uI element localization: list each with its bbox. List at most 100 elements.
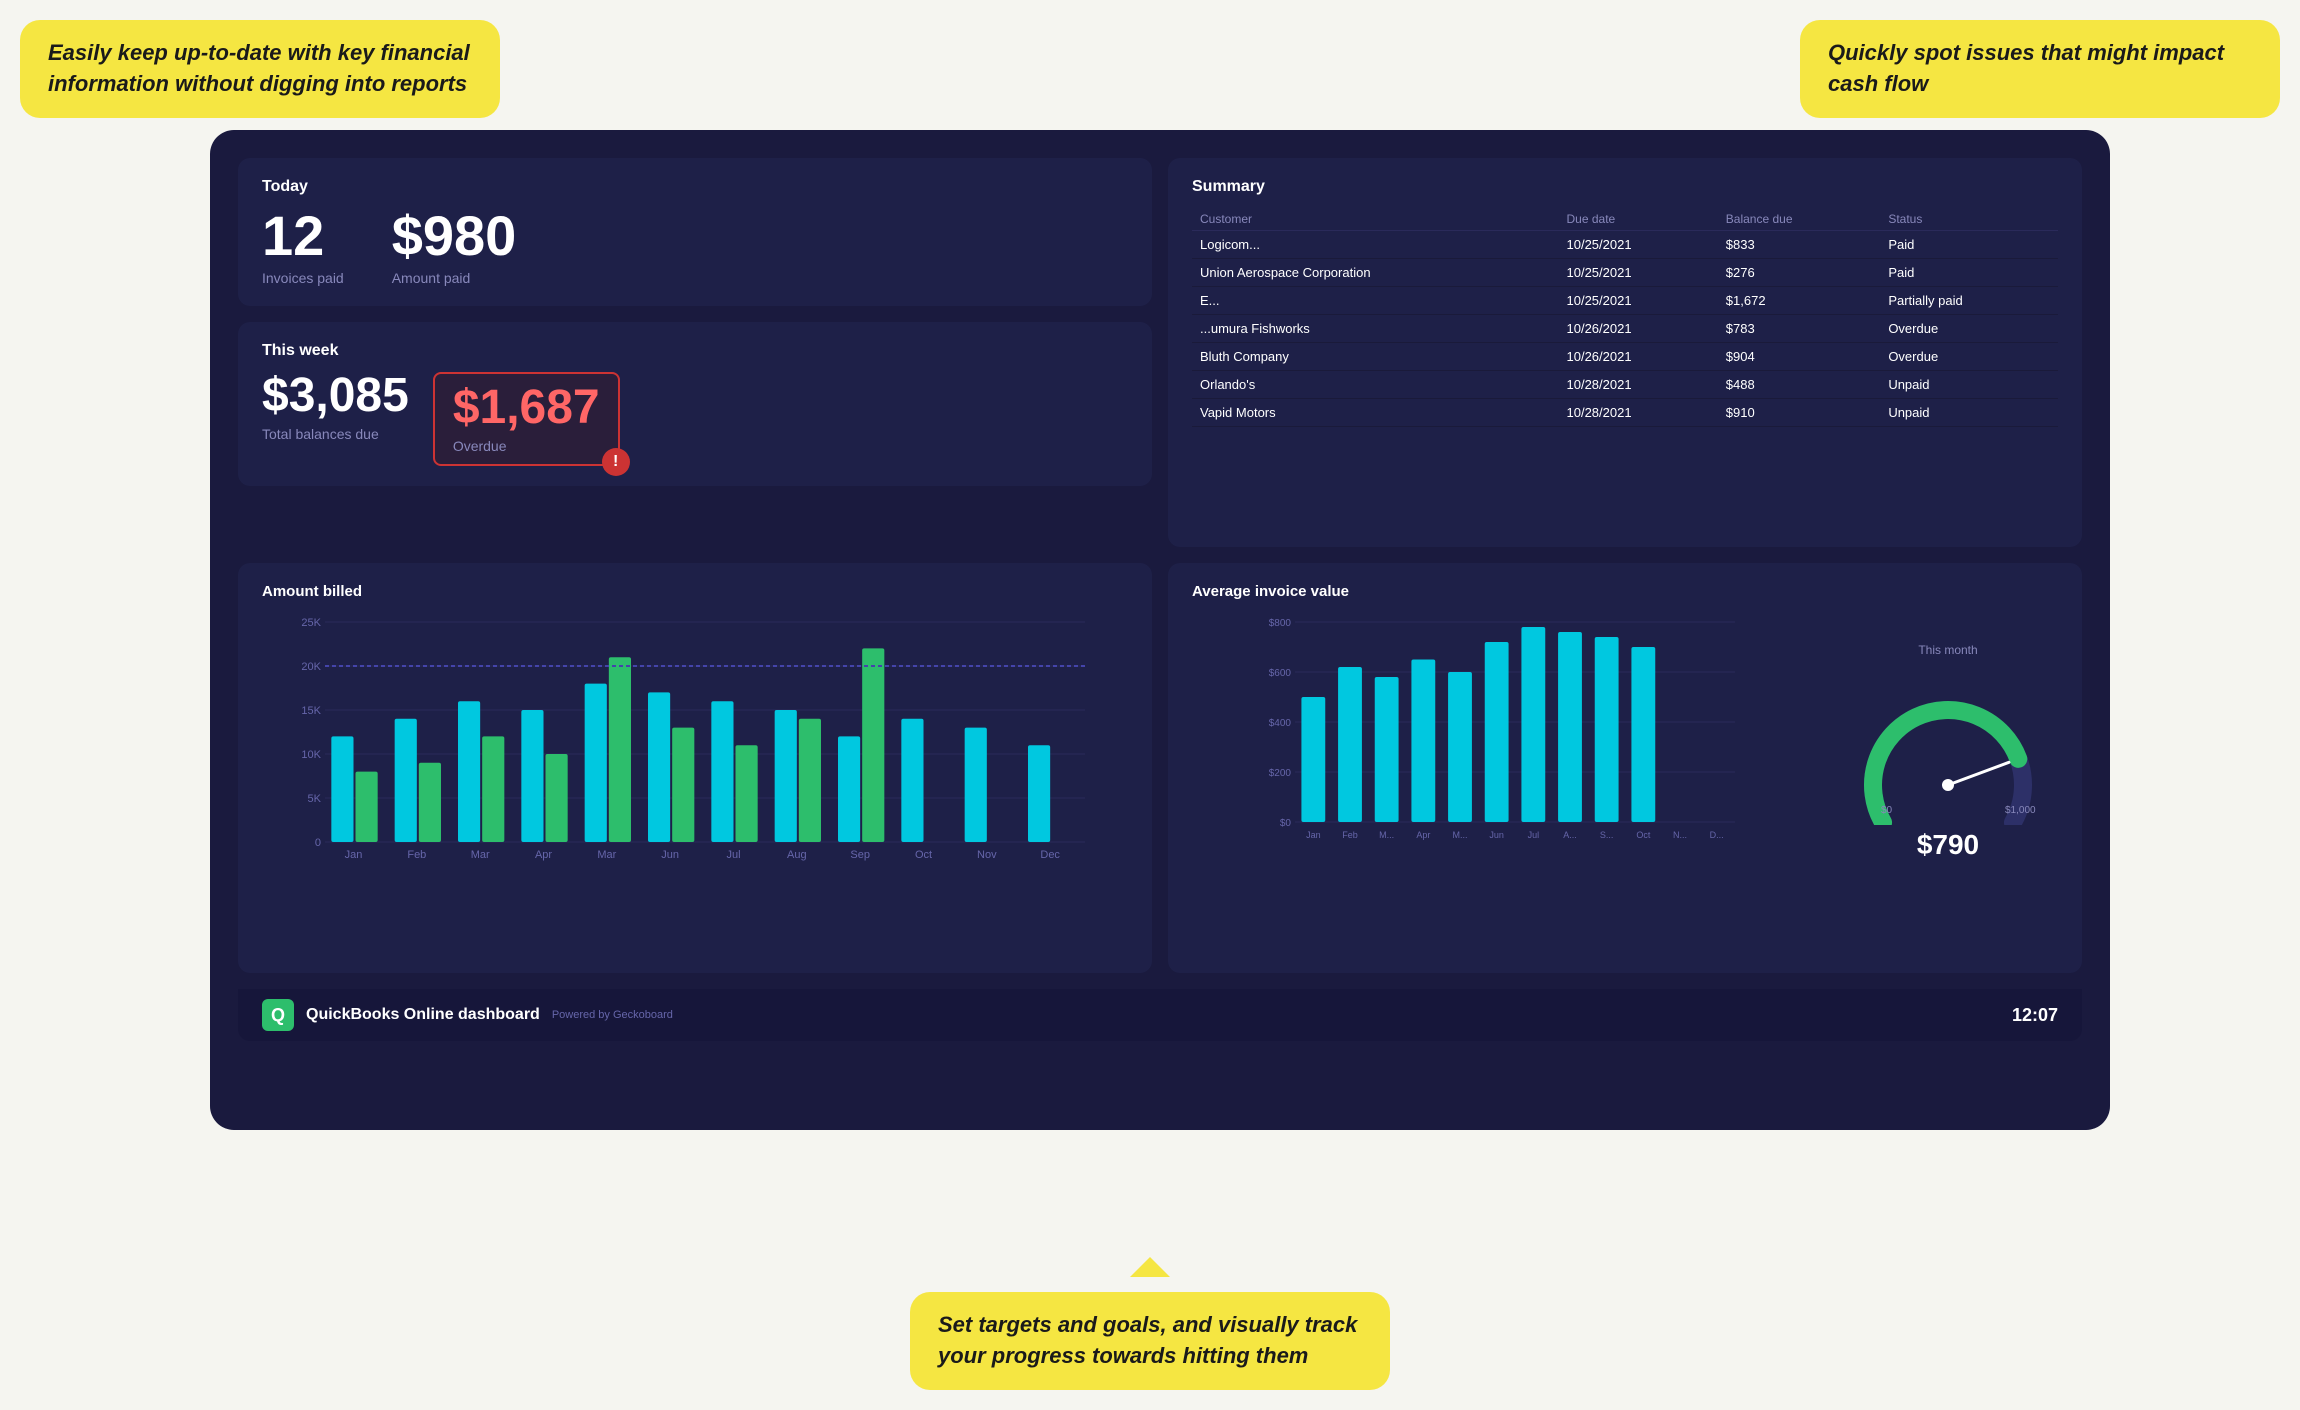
dashboard: Today 12 Invoices paid $980 Amount paid — [210, 130, 2110, 1130]
svg-text:M...: M... — [1379, 830, 1394, 840]
svg-text:Oct: Oct — [915, 849, 932, 861]
svg-text:Mar: Mar — [471, 849, 490, 861]
cell-due-date: 10/26/2021 — [1559, 343, 1718, 371]
overdue-label: Overdue — [453, 438, 600, 454]
cell-balance: $904 — [1718, 343, 1881, 371]
cell-customer: Logicom... — [1192, 231, 1559, 259]
table-row: Logicom... 10/25/2021 $833 Paid — [1192, 231, 2058, 259]
svg-text:0: 0 — [315, 837, 321, 849]
amount-billed-chart: 25K20K15K10K5K0JanFebMarAprMarJunJulAugS… — [262, 612, 1128, 872]
cell-due-date: 10/26/2021 — [1559, 315, 1718, 343]
table-row: Vapid Motors 10/28/2021 $910 Unpaid — [1192, 399, 2058, 427]
svg-text:N...: N... — [1673, 830, 1687, 840]
svg-text:Jun: Jun — [661, 849, 679, 861]
overdue-box: $1,687 Overdue ! — [433, 372, 620, 466]
svg-text:20K: 20K — [301, 661, 321, 673]
invoices-metric: 12 Invoices paid — [262, 208, 344, 286]
cell-status: Unpaid — [1880, 371, 2058, 399]
top-section: Today 12 Invoices paid $980 Amount paid — [238, 158, 2082, 547]
svg-text:D...: D... — [1710, 830, 1724, 840]
footer-title: QuickBooks Online dashboard — [306, 1006, 540, 1024]
today-title: Today — [262, 178, 1128, 196]
col-balance: Balance due — [1718, 208, 1881, 231]
cell-customer: Vapid Motors — [1192, 399, 1559, 427]
svg-text:Feb: Feb — [407, 849, 426, 861]
svg-text:S...: S... — [1600, 830, 1614, 840]
footer-left: Q QuickBooks Online dashboard Powered by… — [262, 999, 673, 1031]
cell-status: Paid — [1880, 259, 2058, 287]
cell-balance: $783 — [1718, 315, 1881, 343]
svg-text:25K: 25K — [301, 617, 321, 629]
total-balances: $3,085 Total balances due — [262, 372, 409, 442]
callout-top-left: Easily keep up-to-date with key financia… — [20, 20, 500, 118]
cell-due-date: 10/25/2021 — [1559, 259, 1718, 287]
svg-text:$800: $800 — [1269, 618, 1292, 629]
avg-bar-chart: $800$600$400$200$0JanFebM...AprM...JunJu… — [1192, 612, 1818, 892]
week-metrics: $3,085 Total balances due $1,687 Overdue… — [262, 372, 1128, 466]
dashboard-footer: Q QuickBooks Online dashboard Powered by… — [238, 989, 2082, 1041]
charts-section: Amount billed 25K 20K 15K 10K 5K 0 Jan Feb Mar Ap… — [238, 563, 2082, 973]
cell-balance: $488 — [1718, 371, 1881, 399]
svg-text:Apr: Apr — [535, 849, 552, 861]
amount-billed-title: Amount billed — [262, 583, 1128, 600]
svg-text:Jul: Jul — [726, 849, 740, 861]
svg-text:Sep: Sep — [850, 849, 870, 861]
overdue-badge: ! — [602, 448, 630, 476]
svg-text:Jan: Jan — [1306, 830, 1321, 840]
cell-status: Overdue — [1880, 343, 2058, 371]
svg-text:$0: $0 — [1280, 818, 1292, 829]
gauge-svg: $0$1,000 — [1848, 665, 2048, 825]
cell-customer: Union Aerospace Corporation — [1192, 259, 1559, 287]
footer-time: 12:07 — [2012, 1005, 2058, 1026]
cell-due-date: 10/25/2021 — [1559, 287, 1718, 315]
svg-text:A...: A... — [1563, 830, 1577, 840]
col-customer: Customer — [1192, 208, 1559, 231]
table-row: Union Aerospace Corporation 10/25/2021 $… — [1192, 259, 2058, 287]
svg-text:15K: 15K — [301, 705, 321, 717]
cell-balance: $833 — [1718, 231, 1881, 259]
table-row: Orlando's 10/28/2021 $488 Unpaid — [1192, 371, 2058, 399]
table-row: E... 10/25/2021 $1,672 Partially paid — [1192, 287, 2058, 315]
cell-status: Overdue — [1880, 315, 2058, 343]
cell-status: Unpaid — [1880, 399, 2058, 427]
overdue-value: $1,687 — [453, 384, 600, 432]
gauge-value: $790 — [1917, 829, 1979, 861]
quickbooks-logo: Q — [262, 999, 294, 1031]
svg-text:Apr: Apr — [1416, 830, 1430, 840]
footer-powered: Powered by Geckoboard — [552, 1009, 673, 1021]
this-week-card: This week $3,085 Total balances due $1,6… — [238, 322, 1152, 486]
svg-text:5K: 5K — [308, 793, 322, 805]
gauge-label: This month — [1918, 643, 1977, 657]
cell-balance: $276 — [1718, 259, 1881, 287]
svg-text:$200: $200 — [1269, 768, 1292, 779]
today-metrics: 12 Invoices paid $980 Amount paid — [262, 208, 1128, 286]
avg-invoice-card: Average invoice value $800$600$400$200$0… — [1168, 563, 2082, 973]
callout-top-right: Quickly spot issues that might impact ca… — [1800, 20, 2280, 118]
avg-invoice-svg: $800$600$400$200$0JanFebM...AprM...JunJu… — [1192, 612, 1818, 872]
total-value: $3,085 — [262, 372, 409, 420]
summary-card: Summary Customer Due date Balance due St… — [1168, 158, 2082, 547]
table-row: Bluth Company 10/26/2021 $904 Overdue — [1192, 343, 2058, 371]
svg-text:Dec: Dec — [1040, 849, 1060, 861]
amount-value: $980 — [392, 208, 517, 264]
svg-text:10K: 10K — [301, 749, 321, 761]
col-due-date: Due date — [1559, 208, 1718, 231]
page-wrapper: Easily keep up-to-date with key financia… — [0, 0, 2300, 1410]
svg-text:$600: $600 — [1269, 668, 1292, 679]
amount-label: Amount paid — [392, 270, 517, 286]
cell-balance: $910 — [1718, 399, 1881, 427]
svg-text:$1,000: $1,000 — [2005, 805, 2036, 816]
today-card: Today 12 Invoices paid $980 Amount paid — [238, 158, 1152, 306]
cell-status: Paid — [1880, 231, 2058, 259]
svg-text:Aug: Aug — [787, 849, 807, 861]
svg-text:$400: $400 — [1269, 718, 1292, 729]
invoices-label: Invoices paid — [262, 270, 344, 286]
cell-customer: E... — [1192, 287, 1559, 315]
svg-text:Jun: Jun — [1489, 830, 1504, 840]
table-row: ...umura Fishworks 10/26/2021 $783 Overd… — [1192, 315, 2058, 343]
svg-text:M...: M... — [1453, 830, 1468, 840]
svg-text:Jul: Jul — [1528, 830, 1540, 840]
total-label: Total balances due — [262, 426, 409, 442]
cell-customer: ...umura Fishworks — [1192, 315, 1559, 343]
cell-status: Partially paid — [1880, 287, 2058, 315]
